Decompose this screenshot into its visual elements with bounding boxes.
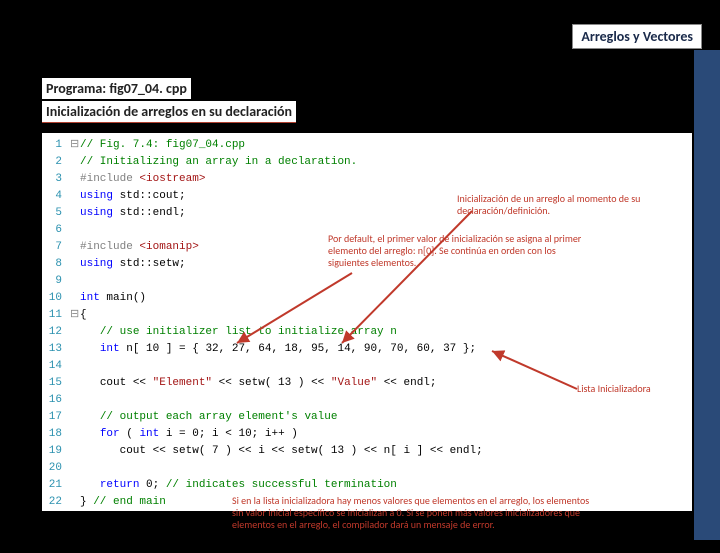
code-text: // output each array element's value	[80, 409, 337, 426]
fold-gutter	[70, 494, 80, 511]
code-text: #include <iomanip>	[80, 239, 199, 256]
annotation-fewer-more: Si en la lista inicializadora hay menos …	[232, 495, 592, 531]
code-text: using std::endl;	[80, 205, 186, 222]
line-number: 16	[42, 392, 70, 409]
code-line: 19 cout << setw( 7 ) << i << setw( 13 ) …	[42, 443, 692, 460]
line-number: 13	[42, 341, 70, 358]
code-text: cout << setw( 7 ) << i << setw( 13 ) << …	[80, 443, 483, 460]
fold-gutter	[70, 290, 80, 307]
program-subtitle: Inicialización de arreglos en su declara…	[42, 101, 296, 123]
code-line: 10 int main()	[42, 290, 692, 307]
code-text: int n[ 10 ] = { 32, 27, 64, 18, 95, 14, …	[80, 341, 476, 358]
line-number: 20	[42, 460, 70, 477]
line-number: 19	[42, 443, 70, 460]
fold-gutter	[70, 443, 80, 460]
fold-gutter	[70, 256, 80, 273]
fold-gutter	[70, 205, 80, 222]
code-block: Inicialización de un arreglo al momento …	[42, 133, 692, 511]
line-number: 22	[42, 494, 70, 511]
annotation-init-list: Lista Inicializadora	[577, 383, 697, 395]
code-text: // use initializer list to initialize ar…	[80, 324, 397, 341]
code-text: for ( int i = 0; i < 10; i++ )	[80, 426, 298, 443]
annotation-default-order: Por default, el primer valor de iniciali…	[328, 233, 588, 269]
fold-gutter	[70, 375, 80, 392]
line-number: 9	[42, 273, 70, 290]
line-number: 14	[42, 358, 70, 375]
code-text: int main()	[80, 290, 146, 307]
code-line: 1⊟// Fig. 7.4: fig07_04.cpp	[42, 137, 692, 154]
code-line: 13 int n[ 10 ] = { 32, 27, 64, 18, 95, 1…	[42, 341, 692, 358]
code-line: 18 for ( int i = 0; i < 10; i++ )	[42, 426, 692, 443]
code-line: 21 return 0; // indicates successful ter…	[42, 477, 692, 494]
line-number: 11	[42, 307, 70, 324]
code-line: 17 // output each array element's value	[42, 409, 692, 426]
code-text: cout << "Element" << setw( 13 ) << "Valu…	[80, 375, 437, 392]
header: Arreglos y Vectores	[0, 22, 720, 50]
code-text: } // end main	[80, 494, 166, 511]
line-number: 2	[42, 154, 70, 171]
line-number: 5	[42, 205, 70, 222]
line-number: 10	[42, 290, 70, 307]
fold-gutter	[70, 341, 80, 358]
code-text: using std::cout;	[80, 188, 186, 205]
line-number: 15	[42, 375, 70, 392]
code-line: 3 #include <iostream>	[42, 171, 692, 188]
line-number: 3	[42, 171, 70, 188]
fold-gutter	[70, 409, 80, 426]
code-line: 20	[42, 460, 692, 477]
line-number: 6	[42, 222, 70, 239]
line-number: 18	[42, 426, 70, 443]
line-number: 21	[42, 477, 70, 494]
code-line: 12 // use initializer list to initialize…	[42, 324, 692, 341]
code-line: 2 // Initializing an array in a declarati…	[42, 154, 692, 171]
code-text: // Initializing an array in a declaratio…	[80, 154, 357, 171]
code-text: return 0; // indicates successful termin…	[80, 477, 397, 494]
fold-gutter	[70, 273, 80, 290]
fold-gutter	[70, 188, 80, 205]
fold-gutter: ⊟	[70, 307, 80, 324]
fold-gutter	[70, 477, 80, 494]
slide-content: Programa: fig07_04. cpp Inicialización d…	[42, 78, 692, 511]
side-strip	[694, 50, 720, 540]
code-line: 11⊟{	[42, 307, 692, 324]
page-title: Arreglos y Vectores	[572, 24, 702, 49]
code-line: 9	[42, 273, 692, 290]
fold-gutter	[70, 239, 80, 256]
fold-gutter	[70, 426, 80, 443]
line-number: 7	[42, 239, 70, 256]
line-number: 12	[42, 324, 70, 341]
code-text: {	[80, 307, 87, 324]
fold-gutter	[70, 222, 80, 239]
program-title: Programa: fig07_04. cpp	[42, 78, 191, 99]
fold-gutter	[70, 171, 80, 188]
fold-gutter	[70, 324, 80, 341]
fold-gutter	[70, 358, 80, 375]
fold-gutter	[70, 154, 80, 171]
line-number: 1	[42, 137, 70, 154]
fold-gutter	[70, 460, 80, 477]
fold-gutter: ⊟	[70, 137, 80, 154]
code-line: 14	[42, 358, 692, 375]
code-text: #include <iostream>	[80, 171, 205, 188]
code-text: // Fig. 7.4: fig07_04.cpp	[80, 137, 245, 154]
code-text: using std::setw;	[80, 256, 186, 273]
line-number: 17	[42, 409, 70, 426]
line-number: 4	[42, 188, 70, 205]
annotation-init-decl: Inicialización de un arreglo al momento …	[457, 193, 687, 217]
fold-gutter	[70, 392, 80, 409]
line-number: 8	[42, 256, 70, 273]
